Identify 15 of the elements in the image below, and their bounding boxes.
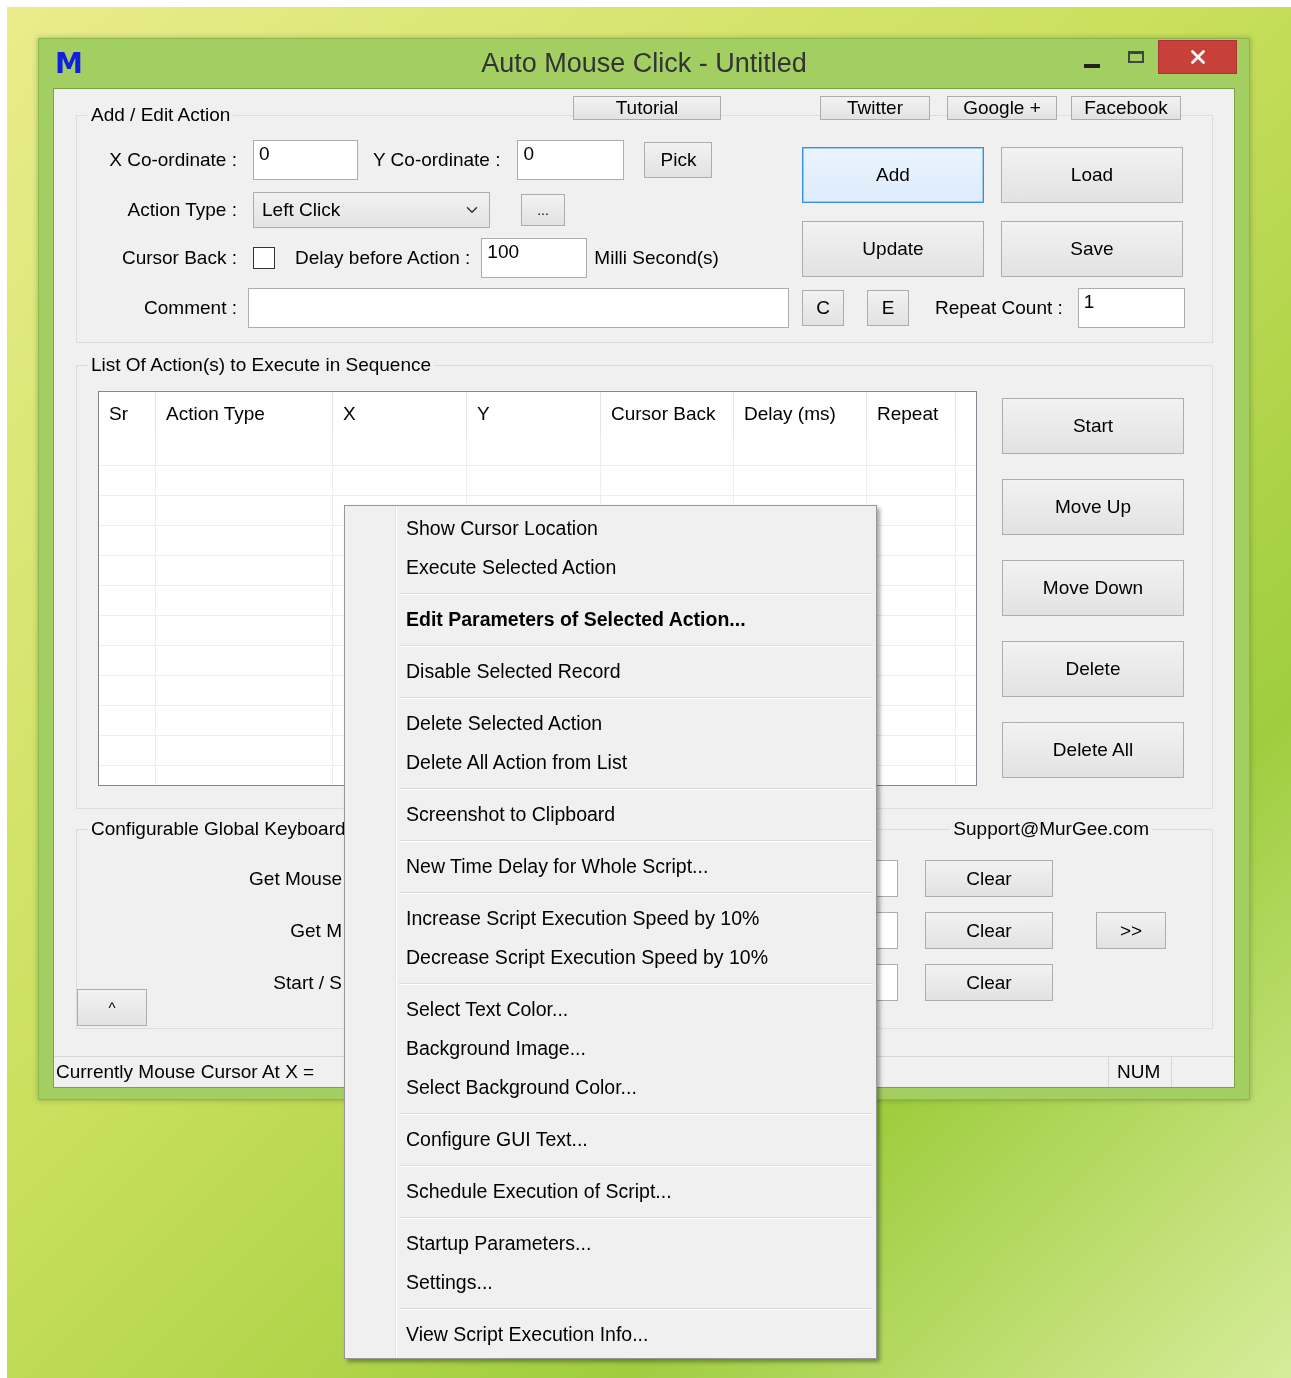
field-label: Repeat Count : [935,297,1063,319]
hotkey-label: Start / S [273,971,343,995]
status-text: Currently Mouse Cursor At X = [55,1061,315,1083]
window-title: Auto Mouse Click - Untitled [481,48,807,79]
field-label: Action Type : [126,199,237,221]
field-label: Delay before Action : [295,247,471,269]
field-label: Comment : [143,297,237,319]
unit-label: Milli Second(s) [594,247,719,269]
hotkey-label: Get Mouse [249,867,343,891]
field-label: X Co-ordinate : [108,149,237,171]
field-label: Cursor Back : [120,247,237,269]
app-logo: M [55,47,83,80]
hotkey-label: Get M [290,919,343,943]
field-label: Y Co-ordinate : [373,149,501,171]
num-lock-indicator: NUM [1108,1057,1172,1087]
